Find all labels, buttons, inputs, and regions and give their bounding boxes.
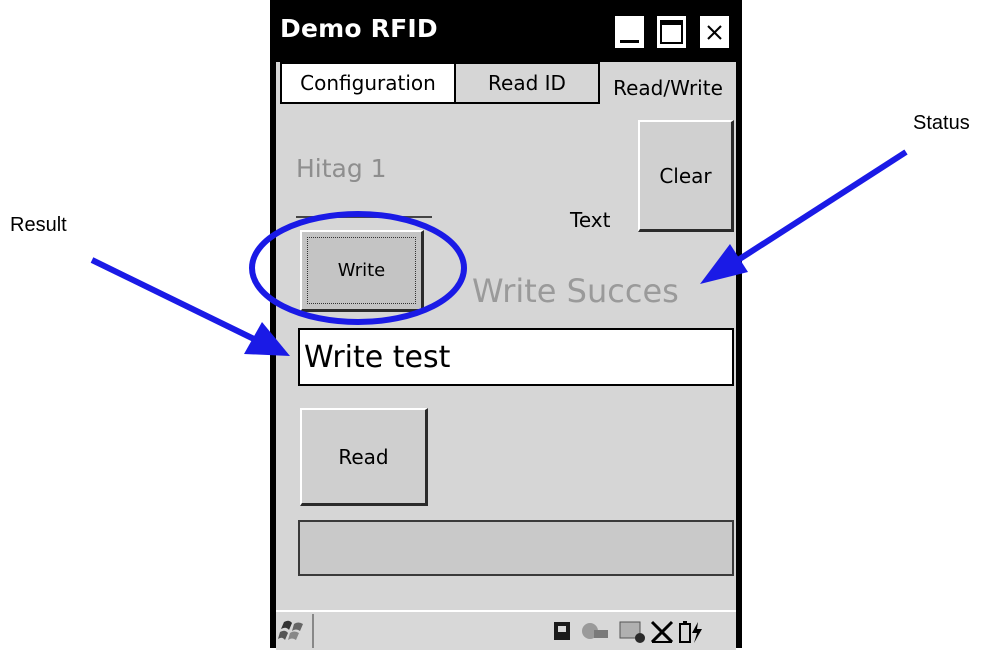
minimize-button[interactable] [613,14,646,50]
status-text: Write Succes [472,272,679,310]
result-value: Write test [304,339,451,375]
write-button[interactable]: Write [300,230,424,312]
read-output-field [298,520,734,576]
result-field[interactable]: Write test [298,328,734,386]
start-button[interactable] [276,614,314,648]
keyboard-icon [619,621,645,643]
window-title: Demo RFID [280,14,438,43]
result-arrow [90,257,290,356]
title-bar: Demo RFID [270,0,742,62]
text-label: Text [570,208,611,232]
sync-icon [554,622,570,640]
tab-configuration[interactable]: Configuration [280,62,456,104]
tab-read-write[interactable]: Read/Write [600,68,736,108]
read-button[interactable]: Read [300,408,428,506]
group-divider [296,216,432,226]
battery-charging-icon [679,621,702,643]
windows-logo-icon [278,620,303,640]
clear-button[interactable]: Clear [638,120,734,232]
no-connection-icon [650,620,674,644]
minimize-icon [620,40,639,43]
taskbar [276,610,736,650]
system-tray [544,616,730,646]
tray-icons [554,620,702,644]
tab-read-id[interactable]: Read ID [456,62,600,104]
result-annotation: Result [10,214,67,236]
network-icon [582,623,608,639]
tag-type-label: Hitag 1 [296,154,387,183]
focus-rectangle [307,237,416,304]
maximize-icon [660,20,683,44]
app-screen: Configuration Read ID Read/Write Hitag 1… [276,62,736,617]
device-frame: Demo RFID Configuration Read ID Read/Wri… [270,0,742,650]
close-button[interactable] [698,14,731,50]
maximize-button[interactable] [655,14,688,50]
status-annotation: Status [913,112,970,134]
close-icon [707,25,722,40]
